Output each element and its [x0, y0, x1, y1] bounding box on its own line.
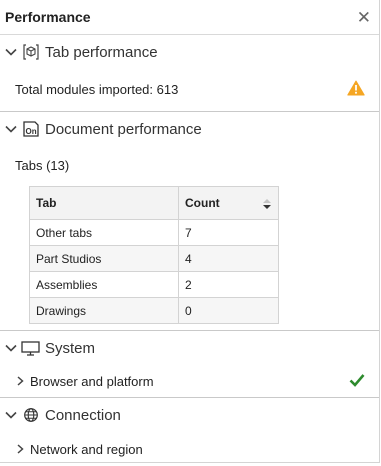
cell-count: 4 — [178, 245, 279, 272]
cell-tab: Assemblies — [29, 271, 179, 298]
document-performance-label: Document performance — [45, 120, 202, 138]
svg-text:On: On — [25, 127, 36, 136]
column-header-count[interactable]: Count — [178, 186, 279, 220]
chevron-down-icon — [5, 344, 17, 352]
cell-tab: Part Studios — [29, 245, 179, 272]
system-label: System — [45, 339, 96, 357]
column-header-count-label: Count — [185, 196, 220, 210]
globe-icon — [21, 406, 40, 425]
browser-platform-row[interactable]: Browser and platform — [0, 365, 379, 397]
table-row: Other tabs 7 — [29, 219, 279, 246]
sort-icon[interactable] — [262, 198, 272, 210]
performance-panel: Performance ✕ Tab performance Total modu… — [0, 0, 380, 463]
cell-count: 2 — [178, 271, 279, 298]
chevron-down-icon — [5, 125, 17, 133]
table-row: Drawings 0 — [29, 297, 279, 324]
cell-count: 7 — [178, 219, 279, 246]
modules-row: Total modules imported: 613 — [0, 69, 379, 111]
cell-count: 0 — [178, 297, 279, 324]
connection-label: Connection — [45, 406, 121, 424]
table-row: Part Studios 4 — [29, 245, 279, 272]
panel-header: Performance ✕ — [0, 0, 379, 35]
chevron-right-icon — [17, 376, 24, 386]
tabs-table: Tab Count Other tabs 7 Part Studios 4 As… — [29, 186, 279, 324]
document-performance-header[interactable]: On Document performance — [0, 112, 379, 146]
browser-platform-left: Browser and platform — [14, 374, 154, 389]
tab-performance-header[interactable]: Tab performance — [0, 35, 379, 69]
chevron-right-icon — [17, 444, 24, 454]
modules-count-text: Total modules imported: 613 — [15, 81, 179, 97]
cube-icon — [21, 43, 40, 62]
cell-tab: Other tabs — [29, 219, 179, 246]
network-region-left: Network and region — [14, 442, 143, 457]
connection-header[interactable]: Connection — [0, 398, 379, 432]
table-row: Assemblies 2 — [29, 271, 279, 298]
table-header-row: Tab Count — [29, 186, 279, 220]
check-icon — [349, 373, 365, 390]
warning-icon — [347, 80, 365, 99]
system-header[interactable]: System — [0, 331, 379, 365]
browser-platform-label: Browser and platform — [30, 373, 154, 389]
close-icon[interactable]: ✕ — [357, 9, 371, 26]
monitor-icon — [21, 339, 40, 358]
onshape-document-icon: On — [21, 120, 40, 139]
tabs-count-row: Tabs (13) — [0, 150, 379, 180]
network-region-label: Network and region — [30, 441, 143, 457]
chevron-down-icon — [5, 48, 17, 56]
tabs-count-label: Tabs (13) — [15, 157, 70, 173]
network-region-row[interactable]: Network and region — [0, 432, 379, 466]
chevron-down-icon — [5, 411, 17, 419]
panel-title: Performance — [5, 9, 91, 25]
cell-tab: Drawings — [29, 297, 179, 324]
column-header-tab[interactable]: Tab — [29, 186, 179, 220]
tab-performance-label: Tab performance — [45, 43, 158, 61]
